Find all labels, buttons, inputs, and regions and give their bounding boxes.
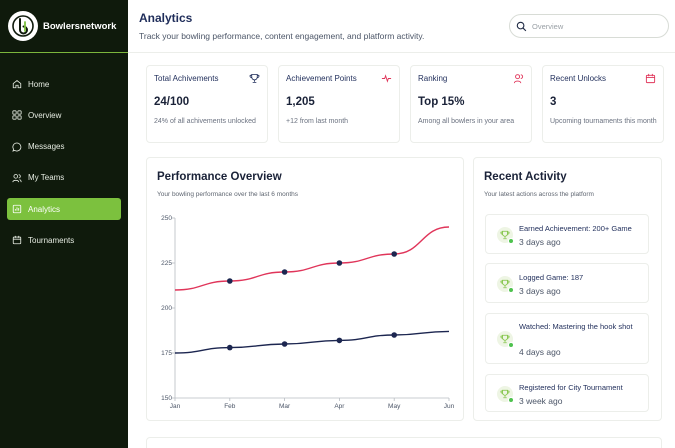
search-icon [516,21,527,31]
activity-time: 3 week ago [519,396,563,406]
x-tick-label: Feb [224,403,236,410]
page-title: Analytics [139,11,193,25]
bottom-panel [146,437,662,448]
status-dot [508,287,514,293]
activity-time: 3 days ago [519,237,561,247]
stat-value: 24/100 [154,96,190,108]
trophy-icon [497,386,514,403]
stat-card-total-achievements: Total Achivements 24/100 24% of all achi… [146,65,268,143]
sidebar-item-label: Messages [28,142,65,152]
performance-chart: 150 175 200 225 250 Jan Feb Mar Apr May Jun [161,215,455,410]
sidebar-item-label: Analytics [28,204,61,214]
activity-panel: Recent Activity Your latest actions acro… [473,157,662,421]
stat-label: Recent Unlocks [550,74,607,83]
stat-card-achievement-points: Achievement Points 1,205 +12 from last m… [278,65,400,143]
stat-label: Achievement Points [286,74,357,83]
sidebar-item-overview[interactable]: Overview [7,104,121,126]
sidebar-item-label: My Teams [28,173,65,183]
activity-item[interactable]: Registered for City Tournament 3 week ag… [485,374,649,412]
stat-note: +12 from last month [286,118,349,125]
stat-label: Ranking [418,74,448,83]
activity-item[interactable]: Earned Achievement: 200+ Game 3 days ago [485,214,649,254]
sidebar-item-label: Tournaments [28,235,75,245]
sidebar-item-label: Home [28,79,50,89]
trophy-icon [497,227,514,244]
data-point [391,251,397,257]
data-point [336,337,343,344]
page-subtitle: Track your bowling performance, content … [139,31,425,41]
data-point [227,344,233,351]
calendar-icon [12,236,22,245]
series-line-2 [174,330,450,354]
trophy-icon [249,73,260,84]
stat-note: 24% of all achivements unlocked [154,118,256,125]
activity-title: Watched: Mastering the hook shot [519,322,633,331]
performance-panel: Performance Overview Your bowling perfor… [146,157,464,421]
data-point [227,278,233,284]
grid-icon [12,110,22,120]
stat-label: Total Achivements [154,74,219,83]
users-icon [513,74,524,84]
x-tick-label: Jun [444,403,455,410]
trophy-icon [497,276,514,293]
y-tick-label: 225 [161,260,172,267]
status-dot [508,238,514,244]
data-point [336,260,343,266]
y-tick-label: 200 [161,305,172,312]
activity-icon [381,74,392,83]
data-point [391,332,397,338]
chart-icon [12,205,22,214]
stat-card-ranking: Ranking Top 15% Among all bowlers in you… [410,65,532,143]
message-icon [12,142,22,152]
users-icon [12,173,22,183]
sidebar-item-analytics[interactable]: Analytics [7,198,121,221]
activity-time: 3 days ago [519,286,561,296]
activity-title: Logged Game: 187 [519,273,584,282]
x-tick-label: Apr [334,403,345,410]
activity-item[interactable]: Watched: Mastering the hook shot 4 days … [485,313,649,364]
y-tick-label: 250 [161,215,172,222]
page-header: Analytics Track your bowling performance… [128,0,675,53]
sidebar-item-messages[interactable]: Messages [7,136,121,158]
calendar-icon [645,73,656,84]
y-tick-label: 175 [161,350,172,357]
home-icon [12,79,22,89]
x-tick-label: Jan [170,403,181,410]
main-content: Analytics Track your bowling performance… [128,0,675,448]
panel-subtitle: Your latest actions across the platform [484,191,594,198]
series-line-1 [174,226,450,291]
brand-name: Bowlersnetwork [43,20,117,32]
stat-value: Top 15% [418,96,465,108]
stat-note: Among all bowlers in your area [418,118,515,125]
stat-value: 3 [550,96,557,108]
sidebar-item-home[interactable]: Home [7,73,121,95]
activity-title: Earned Achievement: 200+ Game [519,224,632,233]
search-input[interactable] [532,21,652,31]
sidebar-nav: Home Overview Messages My Teams Analytic… [0,73,128,251]
x-tick-label: Mar [279,403,291,410]
activity-title: Registered for City Tournament [519,383,623,392]
panel-title: Recent Activity [484,171,567,183]
activity-time: 4 days ago [519,347,561,357]
stat-card-recent-unlocks: Recent Unlocks 3 Upcoming tournaments th… [542,65,664,143]
stat-note: Upcoming tournaments this month [550,118,657,125]
sidebar: Bowlersnetwork Home Overview Messages My… [0,0,128,448]
data-point [281,341,288,347]
activity-item[interactable]: Logged Game: 187 3 days ago [485,263,649,303]
sidebar-item-tournaments[interactable]: Tournaments [7,229,121,251]
trophy-icon [497,331,514,348]
stat-value: 1,205 [286,96,315,108]
sidebar-item-my-teams[interactable]: My Teams [7,167,121,189]
search-box[interactable] [509,14,669,38]
logo-icon [8,11,38,41]
status-dot [508,397,514,403]
x-tick-label: May [388,403,401,410]
sidebar-item-label: Overview [28,110,62,120]
brand[interactable]: Bowlersnetwork [0,0,128,53]
status-dot [508,342,514,348]
y-tick-label: 150 [161,395,172,402]
data-point [281,269,288,275]
